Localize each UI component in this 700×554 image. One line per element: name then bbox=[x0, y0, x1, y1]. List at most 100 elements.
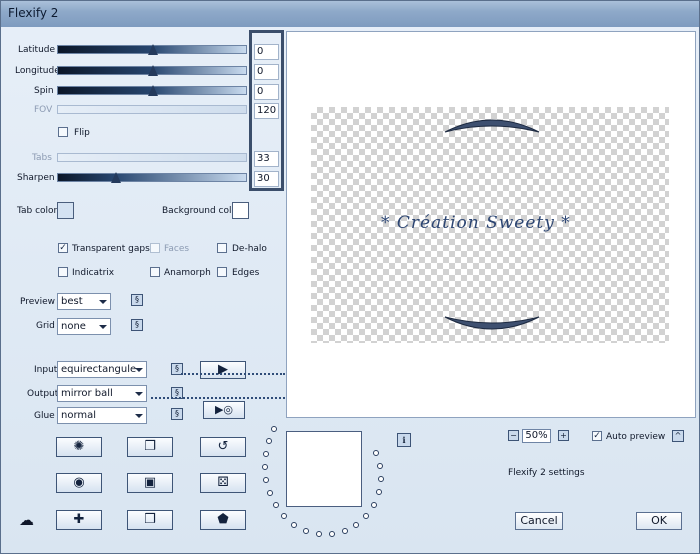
input-select-value: equirectangule bbox=[61, 364, 137, 375]
tabs-slider[interactable] bbox=[57, 153, 247, 162]
transparent-gaps-label: Transparent gaps bbox=[72, 244, 150, 254]
indicatrix-checkbox[interactable] bbox=[58, 267, 68, 277]
output-select[interactable]: mirror ball bbox=[57, 385, 147, 402]
latitude-slider[interactable] bbox=[57, 44, 247, 55]
chevron-down-icon bbox=[135, 414, 143, 418]
ring-dot bbox=[378, 476, 384, 482]
sharpen-value[interactable]: 30 bbox=[254, 171, 279, 187]
ring-dot bbox=[266, 438, 272, 444]
swap-input-button[interactable]: ▶ bbox=[200, 361, 246, 379]
fov-value[interactable]: 120 bbox=[254, 103, 279, 119]
link-icon[interactable]: § bbox=[131, 319, 143, 331]
tool-button-2[interactable]: ❐ bbox=[127, 437, 173, 457]
link-icon[interactable]: § bbox=[171, 408, 183, 420]
zoom-out-button[interactable]: − bbox=[508, 430, 519, 441]
spin-thumb[interactable] bbox=[148, 85, 158, 96]
ring-dot bbox=[281, 513, 287, 519]
fov-label: FOV bbox=[34, 105, 53, 115]
chevron-down-icon bbox=[99, 325, 107, 329]
edges-checkbox[interactable] bbox=[217, 267, 227, 277]
ring-dot bbox=[262, 464, 268, 470]
ring-dot bbox=[267, 490, 273, 496]
ring-dot bbox=[273, 502, 279, 508]
longitude-slider[interactable] bbox=[57, 65, 247, 76]
tool-button-9[interactable]: ⬟ bbox=[200, 510, 246, 530]
tool-button-5[interactable]: ▣ bbox=[127, 473, 173, 493]
sharpen-slider[interactable] bbox=[57, 172, 247, 183]
tabs-label: Tabs bbox=[32, 153, 52, 163]
info-icon[interactable]: i bbox=[397, 433, 411, 447]
output-select-value: mirror ball bbox=[61, 388, 113, 399]
settings-name: Flexify 2 settings bbox=[508, 468, 585, 478]
window-title: Flexify 2 bbox=[8, 6, 59, 20]
ring-dot bbox=[263, 451, 269, 457]
anamorph-checkbox[interactable] bbox=[150, 267, 160, 277]
tool-button-7[interactable]: ✚ bbox=[56, 510, 102, 530]
faces-checkbox[interactable] bbox=[150, 243, 160, 253]
chevron-down-icon bbox=[135, 368, 143, 372]
ring-dot bbox=[376, 489, 382, 495]
input-select[interactable]: equirectangule bbox=[57, 361, 147, 378]
longitude-thumb[interactable] bbox=[148, 65, 158, 76]
preview-select-value: best bbox=[61, 296, 83, 307]
hand-icon[interactable]: ☁ bbox=[19, 511, 34, 529]
preview-label: Preview bbox=[20, 297, 56, 307]
tabs-value[interactable]: 33 bbox=[254, 151, 279, 167]
latitude-label: Latitude bbox=[18, 45, 56, 55]
play-disc-button[interactable]: ▶◎ bbox=[203, 401, 245, 419]
spin-slider[interactable] bbox=[57, 85, 247, 96]
tool-button-3[interactable]: ↺ bbox=[200, 437, 246, 457]
background-color-swatch[interactable] bbox=[232, 202, 249, 219]
input-label: Input bbox=[34, 365, 58, 375]
glue-select-value: normal bbox=[61, 410, 97, 421]
grid-select-value: none bbox=[61, 321, 86, 332]
ring-dot bbox=[353, 522, 359, 528]
latitude-value[interactable]: 0 bbox=[254, 44, 279, 60]
tool-button-8[interactable]: ❒ bbox=[127, 510, 173, 530]
edges-label: Edges bbox=[232, 268, 260, 278]
tab-color-label: Tab color bbox=[17, 206, 58, 216]
grid-select[interactable]: none bbox=[57, 318, 111, 335]
collapse-button[interactable]: ^ bbox=[672, 430, 684, 442]
glue-label: Glue bbox=[34, 411, 55, 421]
longitude-label: Longitude bbox=[15, 66, 60, 76]
ring-dot bbox=[329, 531, 335, 537]
output-arrow-line bbox=[151, 397, 285, 400]
zoom-in-button[interactable]: + bbox=[558, 430, 569, 441]
tool-button-4[interactable]: ◉ bbox=[56, 473, 102, 493]
cancel-button[interactable]: Cancel bbox=[515, 512, 563, 530]
glue-select[interactable]: normal bbox=[57, 407, 147, 424]
de-halo-label: De-halo bbox=[232, 244, 267, 254]
fov-slider[interactable] bbox=[57, 105, 247, 114]
tool-button-6[interactable]: ⚄ bbox=[200, 473, 246, 493]
top-arc-shape bbox=[444, 119, 540, 133]
flip-checkbox[interactable] bbox=[58, 127, 68, 137]
tab-color-swatch[interactable] bbox=[57, 202, 74, 219]
ring-dot bbox=[373, 450, 379, 456]
longitude-value[interactable]: 0 bbox=[254, 64, 279, 80]
sharpen-label: Sharpen bbox=[17, 173, 55, 183]
preview-select[interactable]: best bbox=[57, 293, 111, 310]
auto-preview-label: Auto preview bbox=[606, 432, 666, 442]
spin-value[interactable]: 0 bbox=[254, 84, 279, 100]
ok-button[interactable]: OK bbox=[636, 512, 682, 530]
ring-dot bbox=[363, 513, 369, 519]
latitude-thumb[interactable] bbox=[148, 44, 158, 55]
de-halo-checkbox[interactable] bbox=[217, 243, 227, 253]
faces-label: Faces bbox=[164, 244, 190, 254]
sharpen-thumb[interactable] bbox=[111, 172, 121, 183]
transparent-gaps-checkbox[interactable]: ✓ bbox=[58, 243, 68, 253]
chevron-down-icon bbox=[99, 300, 107, 304]
bottom-arc-shape bbox=[444, 316, 540, 330]
title-bar: Flexify 2 bbox=[1, 1, 699, 27]
ring-dot bbox=[303, 528, 309, 534]
link-icon[interactable]: § bbox=[131, 294, 143, 306]
auto-preview-checkbox[interactable]: ✓ bbox=[592, 431, 602, 441]
ring-dot bbox=[377, 463, 383, 469]
navigator-thumbnail[interactable] bbox=[286, 431, 362, 507]
tool-button-1[interactable]: ✺ bbox=[56, 437, 102, 457]
anamorph-label: Anamorph bbox=[164, 268, 211, 278]
flip-label: Flip bbox=[74, 128, 90, 138]
chevron-down-icon bbox=[135, 392, 143, 396]
grid-label: Grid bbox=[36, 321, 55, 331]
